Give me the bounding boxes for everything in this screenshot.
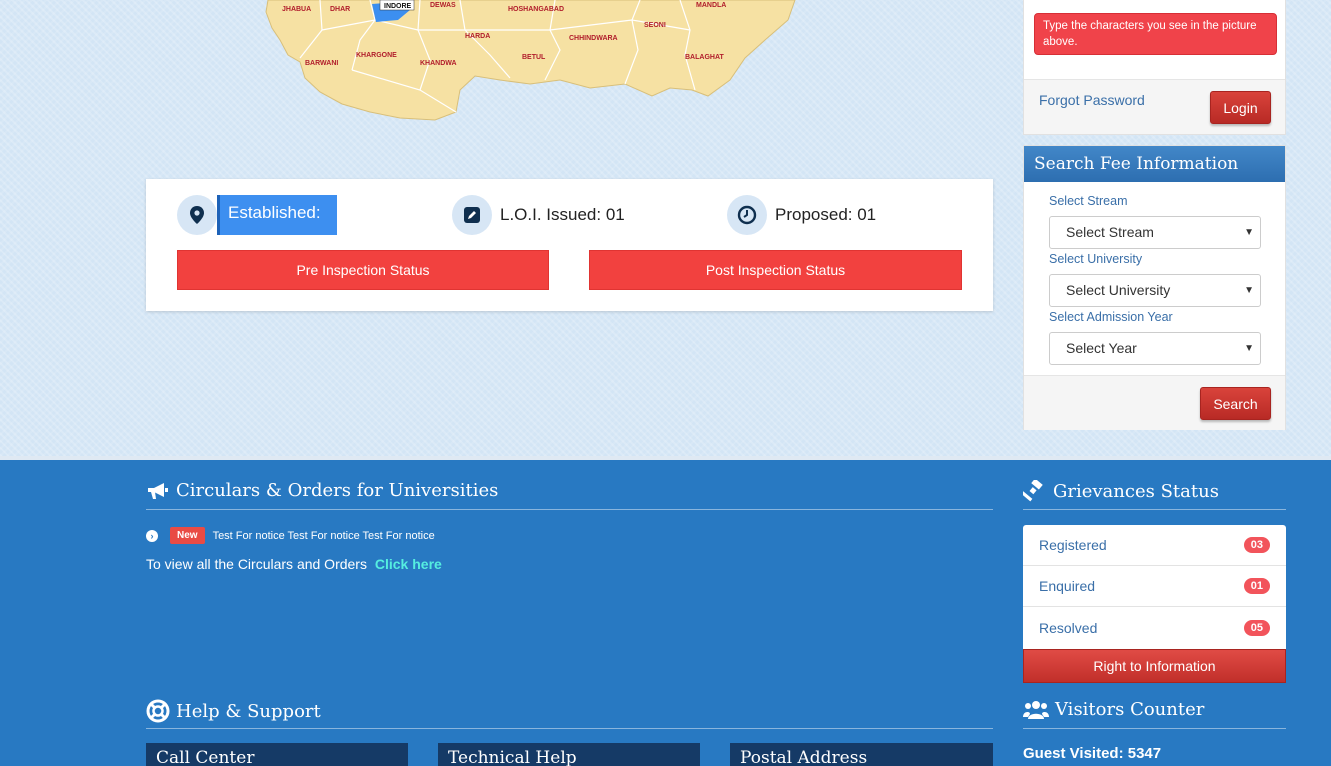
district-label: BALAGHAT — [685, 54, 724, 61]
life-ring-icon — [146, 699, 170, 723]
users-icon — [1023, 700, 1049, 719]
loi-count: L.O.I. Issued: 01 — [500, 205, 625, 224]
district-label: BARWANI — [305, 60, 338, 67]
grievance-count-badge: 03 — [1243, 537, 1270, 553]
circulars-heading: Circulars & Orders for Universities — [146, 480, 498, 501]
district-label: CHHINDWARA — [569, 35, 618, 42]
district-label: BETUL — [522, 54, 546, 61]
pre-inspection-button[interactable]: Pre Inspection Status — [177, 250, 549, 290]
call-center-box: Call Center — [146, 743, 408, 766]
view-all-text: To view all the Circulars and Orders — [146, 556, 367, 572]
grievances-title: Grievances Status — [1053, 480, 1219, 502]
grievances-divider — [1023, 509, 1286, 510]
visitors-title: Visitors Counter — [1055, 699, 1205, 720]
district-label: HOSHANGABAD — [508, 6, 564, 13]
right-to-information-button[interactable]: Right to Information — [1023, 649, 1286, 683]
captcha-area: Type the characters you see in the pictu… — [1024, 0, 1285, 80]
grievances-heading: Grievances Status — [1023, 480, 1219, 502]
grievance-label: Resolved — [1039, 619, 1098, 636]
grievance-registered[interactable]: Registered 03 — [1023, 525, 1286, 566]
search-fee-panel: Search Fee Information Select Stream Sel… — [1023, 145, 1286, 430]
stream-select-value: Select Stream — [1066, 224, 1154, 240]
district-label: KHANDWA — [420, 60, 457, 67]
district-label: DEWAS — [430, 2, 456, 9]
login-button[interactable]: Login — [1210, 91, 1271, 124]
notice-text[interactable]: Test For notice Test For notice Test For… — [213, 530, 435, 542]
captcha-error-message: Type the characters you see in the pictu… — [1034, 13, 1277, 55]
district-label: MANDLA — [696, 2, 726, 9]
district-label: SEONI — [644, 22, 666, 29]
forgot-password-link[interactable]: Forgot Password — [1039, 92, 1145, 108]
circulars-divider — [146, 509, 993, 510]
stat-loi-issued[interactable]: L.O.I. Issued: 01 — [452, 195, 625, 235]
district-label: INDORE — [384, 3, 412, 10]
edit-icon — [452, 195, 492, 235]
university-label: Select University — [1049, 252, 1143, 266]
established-count: Established: 07 — [217, 195, 337, 258]
proposed-count: Proposed: 01 — [775, 205, 877, 224]
help-support-title: Help & Support — [176, 700, 321, 722]
stat-proposed[interactable]: Proposed: 01 — [727, 195, 876, 235]
guest-visited-count: Guest Visited: 5347 — [1023, 745, 1162, 762]
university-select[interactable]: Select University ▼ — [1049, 274, 1261, 307]
grievance-resolved[interactable]: Resolved 05 — [1023, 607, 1286, 648]
post-inspection-button[interactable]: Post Inspection Status — [589, 250, 962, 290]
help-support-heading: Help & Support — [146, 699, 321, 723]
visitors-divider — [1023, 728, 1286, 729]
grievances-list: Registered 03 Enquired 01 Resolved 05 — [1023, 525, 1286, 649]
grievance-label: Registered — [1039, 537, 1107, 553]
year-select-value: Select Year — [1066, 340, 1137, 356]
visitors-heading: Visitors Counter — [1023, 699, 1204, 720]
mp-district-map[interactable]: JHABUA DHAR INDORE DEWAS HOSHANGABAD MAN… — [260, 0, 800, 122]
top-area: JHABUA DHAR INDORE DEWAS HOSHANGABAD MAN… — [0, 0, 1331, 456]
caret-down-icon: ▼ — [1244, 343, 1254, 354]
stream-select[interactable]: Select Stream ▼ — [1049, 216, 1261, 249]
fee-panel-footer: Search — [1024, 375, 1285, 430]
university-select-value: Select University — [1066, 282, 1171, 298]
district-label: DHAR — [330, 6, 350, 13]
login-panel: Type the characters you see in the pictu… — [1023, 0, 1286, 135]
grievance-enquired[interactable]: Enquired 01 — [1023, 566, 1286, 607]
gavel-icon — [1023, 480, 1043, 502]
admission-year-select[interactable]: Select Year ▼ — [1049, 332, 1261, 365]
district-label: JHABUA — [282, 6, 311, 13]
caret-down-icon: ▼ — [1244, 285, 1254, 296]
search-button[interactable]: Search — [1200, 387, 1271, 420]
chevron-right-circle-icon: › — [146, 529, 158, 542]
view-all-circulars: To view all the Circulars and Orders Cli… — [146, 556, 442, 572]
view-all-circulars-link[interactable]: Click here — [375, 556, 442, 572]
grievance-count-badge: 05 — [1243, 619, 1270, 636]
district-label: KHARGONE — [356, 52, 397, 59]
bullhorn-icon — [148, 482, 168, 499]
caret-down-icon: ▼ — [1244, 227, 1254, 238]
fee-panel-title: Search Fee Information — [1024, 146, 1285, 182]
map-marker-icon — [177, 195, 217, 235]
postal-address-box: Postal Address — [730, 743, 993, 766]
technical-help-box: Technical Help — [438, 743, 700, 766]
notice-item[interactable]: › New Test For notice Test For notice Te… — [146, 527, 435, 544]
help-divider — [146, 728, 993, 729]
new-badge: New — [170, 527, 205, 544]
institution-stats-card: Established: 07 L.O.I. Issued: 01 Propos… — [146, 179, 993, 311]
stream-label: Select Stream — [1049, 194, 1128, 208]
stat-established[interactable]: Established: 07 — [177, 195, 337, 258]
circulars-title: Circulars & Orders for Universities — [176, 480, 499, 501]
clock-icon — [727, 195, 767, 235]
district-label: HARDA — [465, 33, 490, 40]
grievance-count-badge: 01 — [1243, 578, 1270, 594]
grievance-label: Enquired — [1039, 578, 1096, 594]
admission-year-label: Select Admission Year — [1049, 310, 1173, 324]
